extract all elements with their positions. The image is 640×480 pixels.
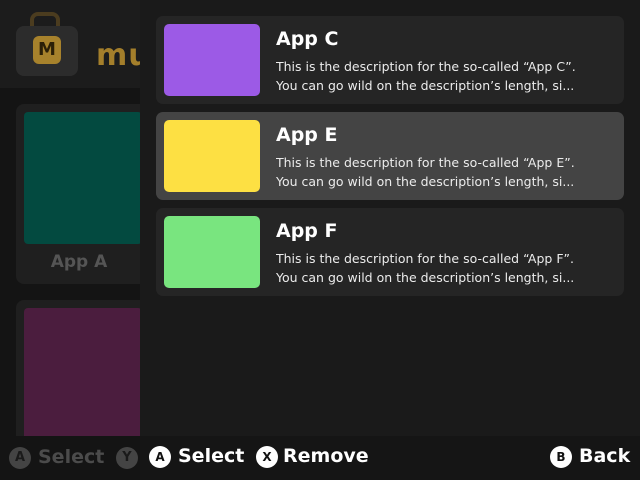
- y-button-icon: Y: [116, 447, 138, 469]
- select-label[interactable]: Select: [178, 445, 244, 467]
- list-item-app-c[interactable]: App C This is the description for the so…: [156, 16, 624, 104]
- app-icon: [164, 120, 260, 192]
- item-title: App F: [276, 220, 338, 242]
- item-title: App E: [276, 124, 338, 146]
- item-description: This is the description for the so-calle…: [276, 153, 612, 191]
- description-line: This is the description for the so-calle…: [276, 155, 575, 170]
- x-button-icon[interactable]: X: [256, 446, 278, 468]
- app-thumbnail: [24, 112, 142, 244]
- a-button-icon: A: [9, 447, 31, 469]
- description-line: This is the description for the so-calle…: [276, 59, 576, 74]
- footer-bar: A Select X Remove B Back: [140, 436, 640, 480]
- app-list-panel: App C This is the description for the so…: [140, 0, 640, 436]
- description-line: You can go wild on the description’s len…: [276, 270, 575, 285]
- app-thumbnail: [24, 308, 142, 450]
- back-label[interactable]: Back: [579, 445, 630, 467]
- item-title: App C: [276, 28, 339, 50]
- app-icon: [164, 216, 260, 288]
- list-item-app-e[interactable]: App E This is the description for the so…: [156, 112, 624, 200]
- logo-icon: M: [33, 36, 61, 64]
- description-line: This is the description for the so-calle…: [276, 251, 574, 266]
- description-line: You can go wild on the description’s len…: [276, 174, 575, 189]
- b-button-icon[interactable]: B: [550, 446, 572, 468]
- description-line: You can go wild on the description’s len…: [276, 78, 575, 93]
- item-description: This is the description for the so-calle…: [276, 249, 612, 287]
- list-item-app-f[interactable]: App F This is the description for the so…: [156, 208, 624, 296]
- background-select-label: Select: [38, 446, 105, 468]
- remove-label[interactable]: Remove: [283, 445, 369, 467]
- a-button-icon[interactable]: A: [149, 446, 171, 468]
- app-icon: [164, 24, 260, 96]
- item-description: This is the description for the so-calle…: [276, 57, 612, 95]
